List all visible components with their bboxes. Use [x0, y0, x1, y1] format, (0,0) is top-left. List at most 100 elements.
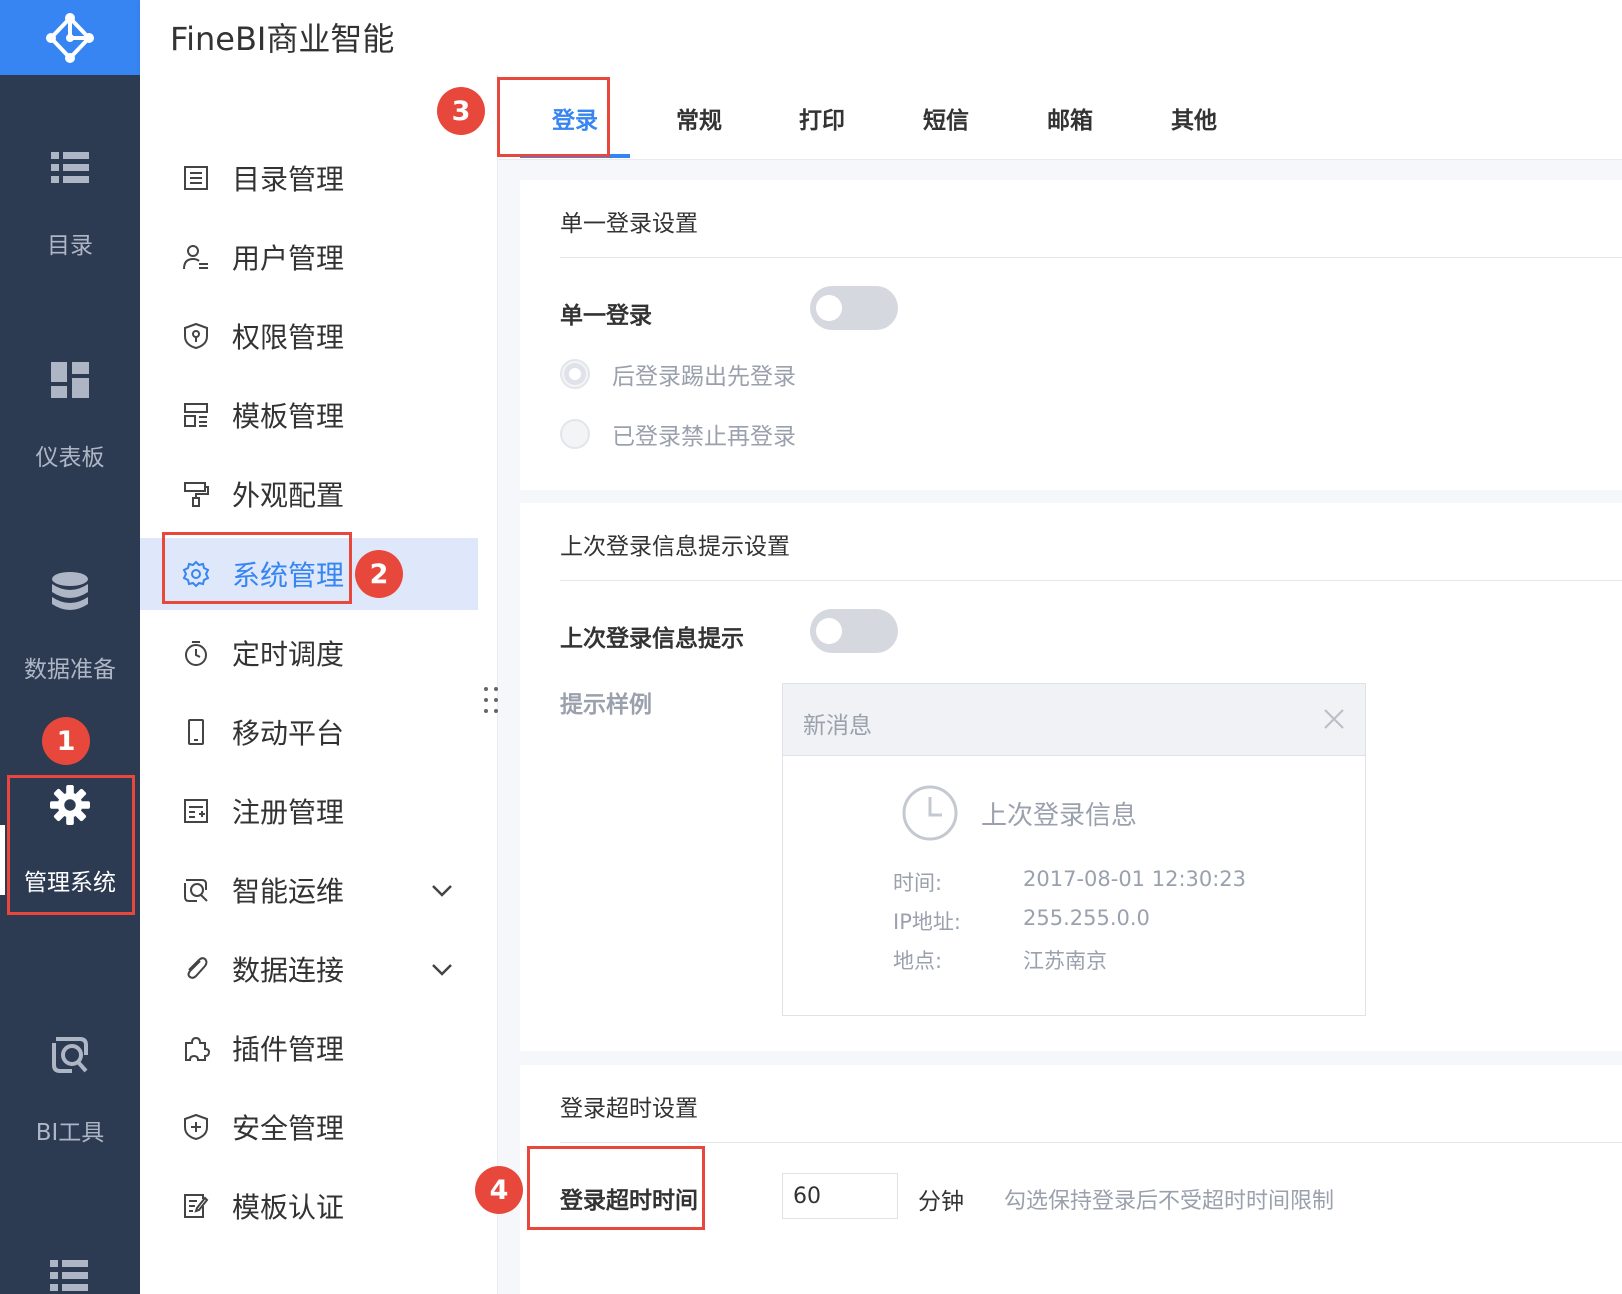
- paperclip-icon: [180, 953, 212, 985]
- close-icon: [1324, 709, 1344, 729]
- highlight-box: [7, 775, 135, 915]
- app-title: FineBI商业智能: [170, 20, 395, 58]
- notification-sample: 新消息 上次登录信息 时间: 2017-08-01 12:30:23 IP地址:…: [782, 683, 1366, 1016]
- sidebar-item-plugins[interactable]: 插件管理: [140, 1012, 480, 1084]
- rail-item-label: BI工具: [35, 1120, 105, 1146]
- sidebar-item-schedule[interactable]: 定时调度: [140, 617, 480, 689]
- app-rail: 目录 仪表板 数据准备 管理系统 BI工具: [0, 0, 140, 1294]
- radio-button[interactable]: [560, 419, 590, 449]
- divider: [560, 257, 1622, 258]
- sample-row-time: 时间: 2017-08-01 12:30:23: [893, 867, 1246, 897]
- step-badge: 3: [437, 87, 485, 135]
- sidebar-item-label: 安全管理: [232, 1112, 345, 1145]
- divider: [560, 1142, 1622, 1143]
- ops-icon: [180, 874, 212, 906]
- rail-item-label: 仪表板: [35, 445, 105, 471]
- timeout-unit: 分钟: [918, 1189, 964, 1215]
- rail-item-catalog[interactable]: 目录: [0, 148, 140, 260]
- section-title: 单一登录设置: [560, 211, 698, 237]
- sidebar-item-label: 注册管理: [232, 796, 345, 829]
- sidebar-item-data-connection[interactable]: 数据连接: [140, 933, 480, 1005]
- sample-title: 上次登录信息: [981, 800, 1138, 831]
- sidebar-item-label: 定时调度: [232, 638, 345, 671]
- step-badge: 4: [475, 1166, 523, 1214]
- sidebar-item-register[interactable]: 注册管理: [140, 775, 480, 847]
- chevron-down-icon[interactable]: [428, 876, 456, 904]
- timeout-input[interactable]: 60: [782, 1173, 898, 1219]
- sample-key: IP地址:: [893, 910, 961, 934]
- certify-icon: [180, 1190, 212, 1222]
- sso-option-kick-previous[interactable]: 后登录踢出先登录: [560, 357, 796, 391]
- tab-sms[interactable]: 短信: [891, 75, 1001, 160]
- settings-tabs: 登录 常规 打印 短信 邮箱 其他: [499, 75, 1622, 160]
- sample-row-location: 地点: 江苏南京: [893, 945, 1107, 975]
- sample-value: 255.255.0.0: [1023, 906, 1150, 930]
- sidebar-item-mobile[interactable]: 移动平台: [140, 696, 480, 768]
- sidebar-item-appearance[interactable]: 外观配置: [140, 458, 480, 530]
- paint-roller-icon: [180, 478, 212, 510]
- sidebar-item-label: 智能运维: [232, 875, 345, 908]
- last-login-toggle-label: 上次登录信息提示: [560, 626, 744, 652]
- timeout-hint: 勾选保持登录后不受超时时间限制: [1004, 1189, 1335, 1214]
- finebi-logo[interactable]: [0, 0, 140, 75]
- chevron-down-icon[interactable]: [428, 955, 456, 983]
- sidebar-item-label: 移动平台: [232, 717, 345, 750]
- sidebar-item-label: 权限管理: [232, 321, 345, 354]
- tab-print[interactable]: 打印: [767, 75, 877, 160]
- sample-value: 江苏南京: [1023, 949, 1107, 973]
- section-title: 登录超时设置: [560, 1096, 698, 1122]
- list-icon[interactable]: [50, 1260, 88, 1294]
- highlight-box: [162, 532, 352, 604]
- sample-value: 2017-08-01 12:30:23: [1023, 867, 1247, 891]
- step-badge: 2: [355, 550, 403, 598]
- last-login-toggle[interactable]: [810, 609, 898, 653]
- sso-toggle-label: 单一登录: [560, 303, 652, 329]
- sample-header: 新消息: [783, 684, 1365, 756]
- bi-tool-icon: [50, 1035, 90, 1075]
- permission-icon: [180, 320, 212, 352]
- rail-item-bi-tool[interactable]: BI工具: [0, 1035, 140, 1147]
- sample-key: 时间:: [893, 871, 943, 895]
- sample-row-ip: IP地址: 255.255.0.0: [893, 906, 1150, 936]
- highlight-box: [497, 77, 610, 157]
- sidebar-item-certify[interactable]: 模板认证: [140, 1170, 480, 1242]
- sidebar-item-label: 插件管理: [232, 1033, 345, 1066]
- highlight-box: [527, 1146, 705, 1230]
- template-icon: [180, 399, 212, 431]
- sidebar-item-label: 数据连接: [232, 954, 345, 987]
- sidebar-item-catalog[interactable]: 目录管理: [140, 142, 480, 214]
- radio-button[interactable]: [560, 359, 590, 389]
- last-login-settings-card: 上次登录信息提示设置 上次登录信息提示 提示样例 新消息 上次登录信息 时间: …: [520, 503, 1622, 1051]
- sidebar-item-label: 用户管理: [232, 242, 345, 275]
- radio-label: 已登录禁止再登录: [612, 424, 796, 450]
- user-icon: [180, 241, 212, 273]
- rail-item-data-prep[interactable]: 数据准备: [0, 572, 140, 684]
- sidebar-item-permissions[interactable]: 权限管理: [140, 300, 480, 372]
- logo-icon: [46, 12, 94, 63]
- sidebar-item-label: 模板认证: [232, 1191, 345, 1224]
- rail-item-dashboard[interactable]: 仪表板: [0, 360, 140, 472]
- clock-icon: [902, 785, 958, 841]
- sample-label: 提示样例: [560, 692, 652, 718]
- sidebar-item-ops[interactable]: 智能运维: [140, 854, 480, 926]
- sso-option-block-new[interactable]: 已登录禁止再登录: [560, 417, 796, 451]
- sidebar-item-label: 目录管理: [232, 163, 345, 196]
- tab-email[interactable]: 邮箱: [1015, 75, 1125, 160]
- sso-toggle[interactable]: [810, 286, 898, 330]
- section-title: 上次登录信息提示设置: [560, 534, 790, 560]
- sidebar-item-templates[interactable]: 模板管理: [140, 379, 480, 451]
- rail-item-label: 数据准备: [24, 657, 116, 683]
- mobile-icon: [180, 716, 212, 748]
- list-icon: [50, 148, 90, 188]
- dashboard-icon: [50, 360, 90, 400]
- divider: [560, 580, 1622, 581]
- database-icon: [50, 572, 90, 612]
- admin-sidebar: 目录管理 用户管理 权限管理 模板管理 外观配置 系统管理 定时调度 移动平台 …: [140, 75, 498, 1294]
- register-icon: [180, 795, 212, 827]
- sample-header-title: 新消息: [803, 713, 872, 739]
- sidebar-item-security[interactable]: 安全管理: [140, 1091, 480, 1163]
- tab-other[interactable]: 其他: [1139, 75, 1249, 160]
- tab-general[interactable]: 常规: [644, 75, 754, 160]
- sidebar-item-users[interactable]: 用户管理: [140, 221, 480, 293]
- radio-label: 后登录踢出先登录: [612, 364, 796, 390]
